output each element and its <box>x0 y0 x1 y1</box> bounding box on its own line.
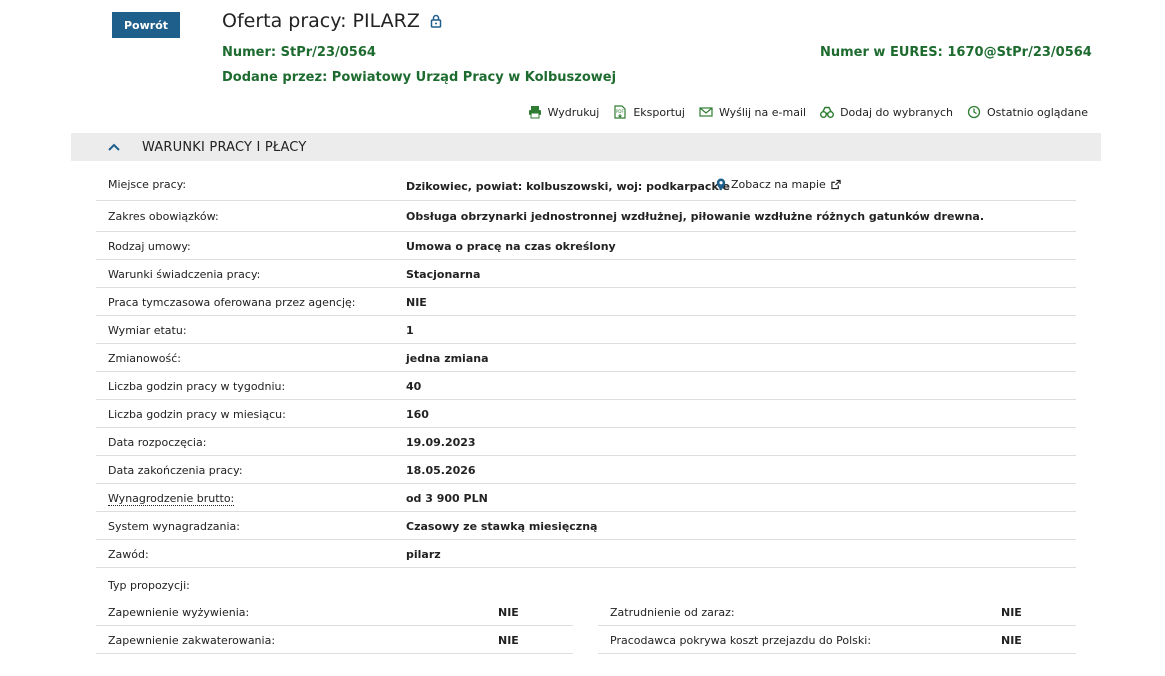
table-row: Liczba godzin pracy w tygodniu: 40 <box>96 372 1076 400</box>
action-toolbar: Wydrukuj PDF Eksportuj Wyślij na e-mail … <box>528 105 1088 119</box>
offer-type-left-list: Zapewnienie wyżywienia: NIE Zapewnienie … <box>96 598 573 654</box>
table-row: Praca tymczasowa oferowana przez agencję… <box>96 288 1076 316</box>
row-label: Zapewnienie zakwaterowania: <box>108 634 276 647</box>
row-value: Stacjonarna <box>406 268 481 281</box>
offer-type-right-list: Zatrudnienie od zaraz: NIE Pracodawca po… <box>598 598 1076 654</box>
row-value: NIE <box>406 296 427 309</box>
row-value: Dzikowiec, powiat: kolbuszowski, woj: po… <box>406 180 730 193</box>
row-label: Miejsce pracy: <box>108 178 187 191</box>
export-button[interactable]: PDF Eksportuj <box>613 105 685 119</box>
export-icon: PDF <box>614 105 626 119</box>
table-row: Wynagrodzenie brutto: od 3 900 PLN <box>96 484 1076 512</box>
clock-icon <box>967 105 981 119</box>
table-row: Liczba godzin pracy w miesiącu: 160 <box>96 400 1076 428</box>
added-by: Dodane przez: Powiatowy Urząd Pracy w Ko… <box>222 70 616 85</box>
map-pin-icon <box>716 178 726 191</box>
row-value: Umowa o pracę na czas określony <box>406 240 616 253</box>
row-label: Data zakończenia pracy: <box>108 464 243 477</box>
binoculars-icon <box>820 106 835 118</box>
row-label: Wymiar etatu: <box>108 324 187 337</box>
row-label: Data rozpoczęcia: <box>108 436 207 449</box>
table-row: Zmianowość: jedna zmiana <box>96 344 1076 372</box>
row-value: 1 <box>406 324 414 337</box>
table-row: Zakres obowiązków: Obsługa obrzynarki je… <box>96 201 1076 232</box>
offer-number-value: StPr/23/0564 <box>280 45 376 60</box>
chevron-up-icon[interactable] <box>107 140 121 154</box>
added-by-value: Powiatowy Urząd Pracy w Kolbuszowej <box>331 70 617 85</box>
row-value: 18.05.2026 <box>406 464 476 477</box>
export-label: Eksportuj <box>633 105 685 119</box>
offer-number-label: Numer: <box>222 45 277 60</box>
table-row: Rodzaj umowy: Umowa o pracę na czas okre… <box>96 232 1076 260</box>
row-value: 19.09.2023 <box>406 436 476 449</box>
salary-label-tooltip[interactable]: Wynagrodzenie brutto: <box>108 492 235 506</box>
printer-icon <box>528 106 541 119</box>
row-value: 160 <box>406 408 429 421</box>
section-header[interactable]: WARUNKI PRACY I PŁACY <box>71 133 1101 161</box>
envelope-icon <box>699 107 713 117</box>
offer-type-label: Typ propozycji: <box>108 579 190 592</box>
row-value: NIE <box>1001 634 1022 647</box>
print-button[interactable]: Wydrukuj <box>528 105 600 119</box>
page-title: Oferta pracy: PILARZ <box>222 10 442 32</box>
row-label: System wynagradzania: <box>108 520 240 533</box>
row-label: Zawód: <box>108 548 149 561</box>
table-row: Data zakończenia pracy: 18.05.2026 <box>96 456 1076 484</box>
row-label: Zapewnienie wyżywienia: <box>108 606 250 619</box>
table-row: System wynagradzania: Czasowy ze stawką … <box>96 512 1076 540</box>
row-value: pilarz <box>406 548 441 561</box>
email-button[interactable]: Wyślij na e-mail <box>699 105 806 119</box>
recently-viewed-button[interactable]: Ostatnio oglądane <box>967 105 1088 119</box>
row-label: Praca tymczasowa oferowana przez agencję… <box>108 296 356 309</box>
row-label: Rodzaj umowy: <box>108 240 191 253</box>
table-row: Zawód: pilarz <box>96 540 1076 568</box>
eures-number-label: Numer w EURES: <box>820 45 943 60</box>
eures-number-value: 1670@StPr/23/0564 <box>947 45 1092 60</box>
row-label: Zatrudnienie od zaraz: <box>610 606 735 619</box>
row-value: Obsługa obrzynarki jednostronnej wzdłużn… <box>406 210 985 223</box>
list-item: Zapewnienie wyżywienia: NIE <box>96 598 573 626</box>
row-value: od 3 900 PLN <box>406 492 488 505</box>
row-label: Zakres obowiązków: <box>108 210 219 223</box>
table-row: Warunki świadczenia pracy: Stacjonarna <box>96 260 1076 288</box>
external-link-icon <box>831 179 841 190</box>
row-label: Liczba godzin pracy w miesiącu: <box>108 408 286 421</box>
svg-text:PDF: PDF <box>616 109 624 114</box>
list-item: Zatrudnienie od zaraz: NIE <box>598 598 1076 626</box>
row-value: NIE <box>498 606 519 619</box>
email-label: Wyślij na e-mail <box>718 105 807 119</box>
offer-number: Numer: StPr/23/0564 <box>222 45 376 60</box>
back-button[interactable]: Powrót <box>112 12 180 38</box>
lock-icon <box>430 14 442 28</box>
title-text: Oferta pracy: PILARZ <box>222 10 420 32</box>
row-label: Pracodawca pokrywa koszt przejazdu do Po… <box>610 634 872 647</box>
add-favorites-button[interactable]: Dodaj do wybranych <box>820 105 953 119</box>
map-link-label: Zobacz na mapie <box>731 178 826 191</box>
row-value: NIE <box>1001 606 1022 619</box>
favorites-label: Dodaj do wybranych <box>840 105 954 119</box>
list-item: Pracodawca pokrywa koszt przejazdu do Po… <box>598 626 1076 654</box>
table-row: Data rozpoczęcia: 19.09.2023 <box>96 428 1076 456</box>
eures-number: Numer w EURES: 1670@StPr/23/0564 <box>820 45 1092 60</box>
row-value: NIE <box>498 634 519 647</box>
recent-label: Ostatnio oglądane <box>987 105 1088 119</box>
row-label: Warunki świadczenia pracy: <box>108 268 261 281</box>
row-label: Zmianowość: <box>108 352 181 365</box>
section-title: WARUNKI PRACY I PŁACY <box>142 139 307 155</box>
added-by-label: Dodane przez: <box>222 70 328 85</box>
row-value: Czasowy ze stawką miesięczną <box>406 520 598 533</box>
row-value: 40 <box>406 380 422 393</box>
conditions-list: Miejsce pracy: Dzikowiec, powiat: kolbus… <box>96 172 1076 568</box>
table-row: Miejsce pracy: Dzikowiec, powiat: kolbus… <box>96 172 1076 201</box>
print-label: Wydrukuj <box>547 105 600 119</box>
row-label: Liczba godzin pracy w tygodniu: <box>108 380 286 393</box>
list-item: Zapewnienie zakwaterowania: NIE <box>96 626 573 654</box>
row-value: jedna zmiana <box>406 352 489 365</box>
table-row: Wymiar etatu: 1 <box>96 316 1076 344</box>
map-link[interactable]: Zobacz na mapie <box>716 178 841 191</box>
